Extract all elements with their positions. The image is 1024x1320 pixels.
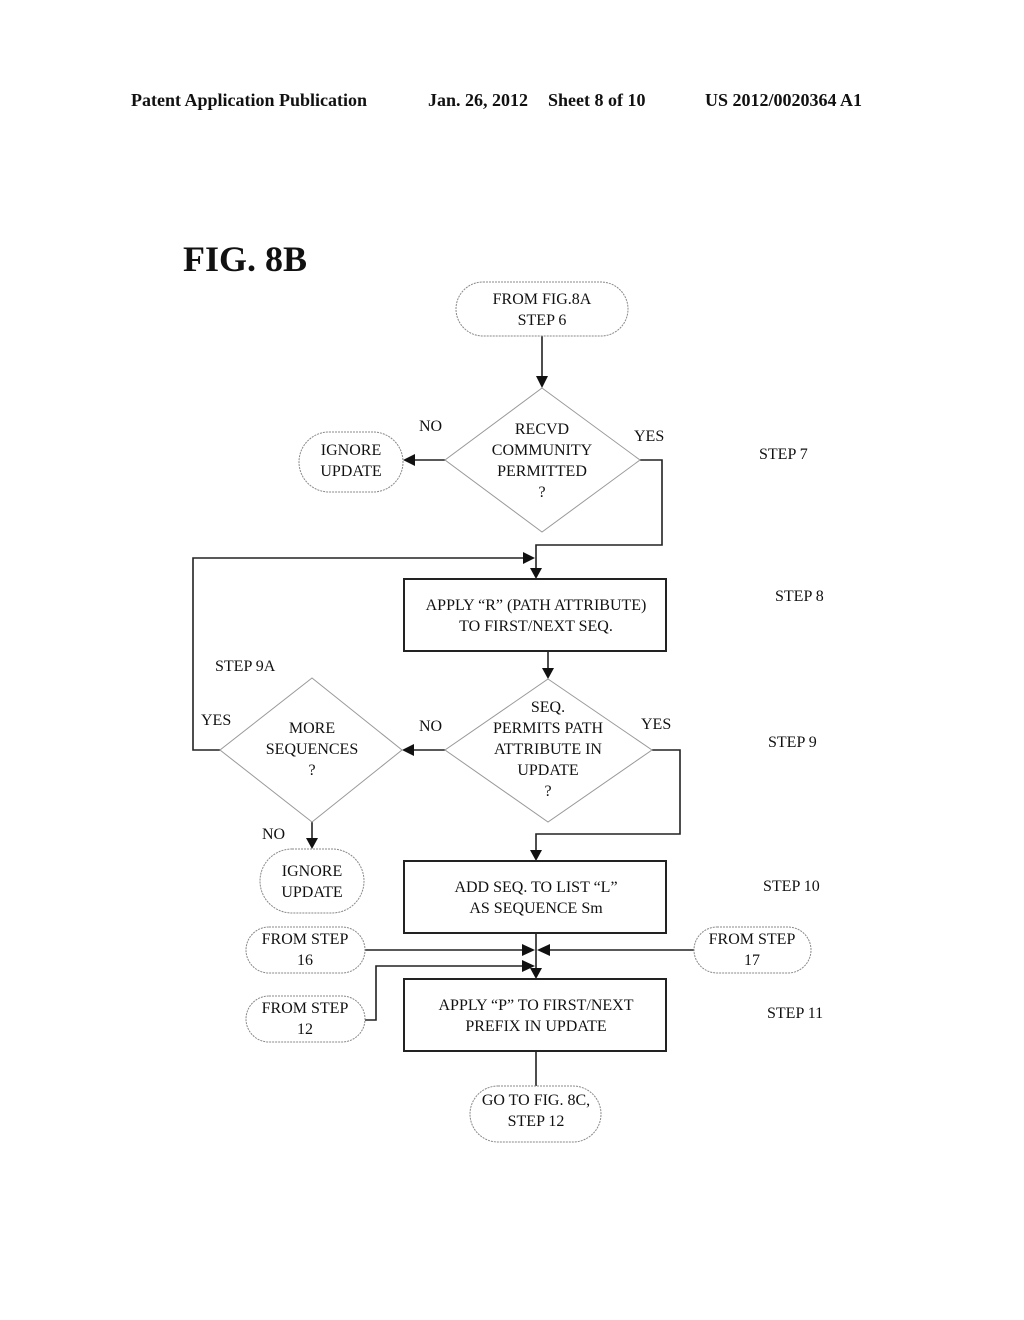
from12-text-2: 12 [297, 1021, 313, 1038]
label-seq-yes: YES [641, 716, 671, 733]
more-text-3: ? [308, 762, 315, 779]
from16-text-2: 16 [297, 952, 313, 969]
community-text-1: RECVD [515, 421, 569, 438]
ignore-update-terminal-2 [259, 848, 365, 914]
from17-text-1: FROM STEP [709, 931, 796, 948]
arrow-head [402, 744, 414, 756]
decision-community [444, 387, 641, 533]
label-seq-no: NO [419, 718, 442, 735]
label-community-no: NO [419, 418, 442, 435]
add-seq-text-2: AS SEQUENCE Sm [469, 900, 603, 917]
seq-text-4: UPDATE [517, 762, 578, 779]
community-text-4: ? [538, 484, 545, 501]
arrow-head [523, 552, 535, 564]
start-text-1: FROM FIG.8A [493, 291, 592, 308]
label-community-yes: YES [634, 428, 664, 445]
apply-r-text-2: TO FIRST/NEXT SEQ. [459, 618, 613, 635]
add-seq-process [403, 860, 667, 934]
arrow-head [403, 454, 415, 466]
arrow-head [530, 850, 542, 861]
from17-text-2: 17 [744, 952, 760, 969]
ignore2-text-2: UPDATE [281, 884, 342, 901]
flowchart: FROM FIG.8A STEP 6 RECVD COMMUNITY PERMI… [192, 281, 824, 1143]
community-text-3: PERMITTED [497, 463, 587, 480]
step-9-label: STEP 9 [768, 734, 817, 751]
ignore2-text-1: IGNORE [282, 863, 342, 880]
seq-text-1: SEQ. [531, 699, 565, 716]
ignore1-text-1: IGNORE [321, 442, 381, 459]
apply-p-process [403, 978, 667, 1052]
arrow-head [522, 944, 535, 956]
arrow-head [537, 944, 550, 956]
label-more-yes: YES [201, 712, 231, 729]
apply-r-process [403, 578, 667, 652]
community-text-2: COMMUNITY [492, 442, 593, 459]
seq-text-5: ? [544, 783, 551, 800]
apply-p-text-2: PREFIX IN UPDATE [465, 1018, 606, 1035]
step-7-label: STEP 7 [759, 446, 808, 463]
goto-text-1: GO TO FIG. 8C, [482, 1092, 590, 1109]
goto-text-2: STEP 12 [508, 1113, 565, 1130]
ignore1-text-2: UPDATE [320, 463, 381, 480]
step-8-label: STEP 8 [775, 588, 824, 605]
step-9a-label: STEP 9A [215, 658, 276, 675]
step-11-label: STEP 11 [767, 1005, 823, 1022]
seq-text-3: ATTRIBUTE IN [494, 741, 602, 758]
from16-text-1: FROM STEP [262, 931, 349, 948]
start-text-2: STEP 6 [518, 312, 567, 329]
apply-p-text-1: APPLY “P” TO FIRST/NEXT [438, 997, 633, 1014]
seq-text-2: PERMITS PATH [493, 720, 604, 737]
from12-text-1: FROM STEP [262, 1000, 349, 1017]
arrow-head [306, 838, 318, 849]
more-text-1: MORE [289, 720, 335, 737]
step-10-label: STEP 10 [763, 878, 820, 895]
apply-r-text-1: APPLY “R” (PATH ATTRIBUTE) [426, 597, 647, 614]
arrow-head [536, 376, 548, 388]
arrow-head [530, 568, 542, 579]
arrow-head [530, 968, 542, 979]
label-more-no: NO [262, 826, 285, 843]
more-text-2: SEQUENCES [266, 741, 358, 758]
ignore-update-terminal-1 [298, 431, 404, 493]
add-seq-text-1: ADD SEQ. TO LIST “L” [454, 879, 617, 896]
arrow-head [542, 668, 554, 679]
